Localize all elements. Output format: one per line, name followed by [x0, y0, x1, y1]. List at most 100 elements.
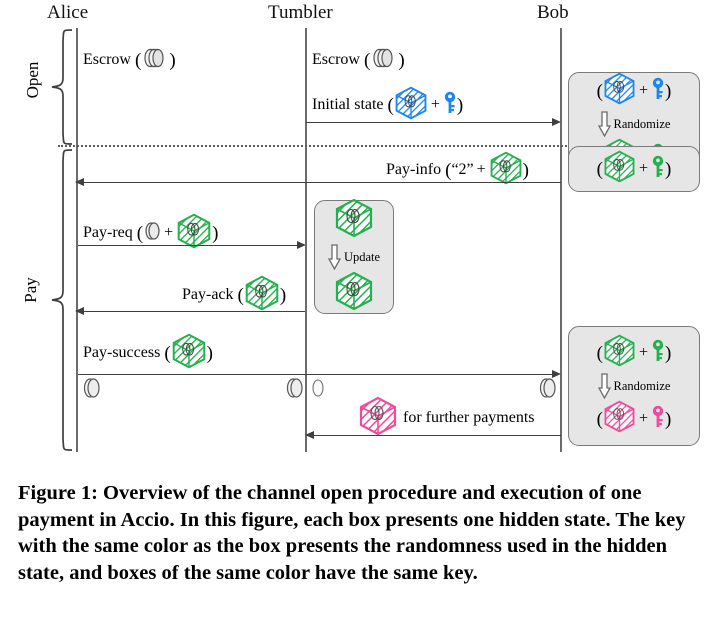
panel-row-top	[334, 198, 374, 243]
message-further-payments: for further payments	[358, 396, 535, 440]
message-label: Pay-ack	[182, 286, 234, 303]
message-label: for further payments	[403, 409, 535, 426]
lifeline-tumbler	[305, 28, 307, 452]
open-paren: (	[164, 342, 171, 364]
arrow-head-left	[305, 431, 314, 439]
message-pay-info: Pay-info ( “2” + )	[386, 151, 529, 189]
panel-operation-label: Randomize	[613, 378, 671, 393]
panel-operation: Randomize	[597, 111, 671, 138]
down-block-arrow-icon	[597, 111, 611, 138]
green-box-icon	[334, 271, 374, 316]
close-paren: )	[398, 49, 405, 71]
open-paren: (	[134, 49, 142, 71]
blue-box-icon	[603, 72, 636, 110]
open-paren: (	[445, 159, 452, 181]
message-pay-success: Pay-success ( )	[83, 333, 213, 373]
green-box-icon	[603, 150, 636, 188]
panel-operation: Update	[327, 244, 381, 271]
message-pay-ack: Pay-ack ( )	[182, 275, 286, 315]
panel-tumbler-update: Update	[314, 198, 394, 316]
plus-sign: +	[164, 224, 174, 241]
arrow-head-right	[552, 118, 561, 126]
lifeline-alice	[76, 28, 78, 452]
actor-label-alice: Alice	[47, 2, 89, 23]
message-initial-state: Initial state ( +)	[312, 86, 463, 124]
blue-key-icon	[443, 91, 457, 119]
panel-operation-label: Randomize	[613, 116, 671, 131]
close-paren: )	[456, 94, 464, 116]
message-quoted-value: “2”	[451, 161, 474, 178]
green-box-icon	[176, 213, 212, 253]
plus-sign: +	[638, 410, 649, 427]
panel-operation: Randomize	[597, 373, 671, 400]
open-paren: (	[387, 94, 394, 116]
phase-label-open: Open	[23, 61, 42, 99]
message-label: Pay-info	[386, 161, 442, 178]
green-box-icon	[489, 151, 523, 189]
green-box-icon	[244, 275, 280, 315]
green-box-icon	[171, 333, 207, 373]
plus-sign: +	[638, 160, 649, 177]
message-label: Initial state	[312, 96, 384, 113]
close-paren: )	[522, 159, 529, 181]
blue-box-icon	[394, 86, 428, 124]
open-paren: (	[136, 222, 144, 244]
panel-row-bottom: ( +	[597, 150, 672, 188]
green-key-icon	[651, 155, 665, 184]
phase-brace-pay	[51, 149, 73, 451]
close-paren: )	[206, 342, 213, 364]
close-paren: )	[169, 49, 176, 71]
actor-label-tumbler: Tumbler	[268, 2, 333, 23]
settled-coin-alice	[82, 376, 102, 405]
arrow-head-left	[75, 307, 84, 315]
phase-label-pay: Pay	[21, 277, 40, 303]
close-paren: )	[665, 408, 672, 430]
plus-sign: +	[476, 161, 486, 178]
message-escrow-alice: Escrow ( )	[83, 46, 176, 74]
figure-caption: Figure 1: Overview of the channel open p…	[18, 482, 686, 584]
close-paren: )	[665, 342, 672, 364]
panel-operation-label: Update	[343, 249, 381, 264]
down-block-arrow-icon	[597, 373, 611, 400]
figure-root: Alice Tumbler Bob Open Pay Escrow () Es…	[0, 0, 711, 641]
pink-box-icon	[358, 396, 398, 440]
panel-row-top: ( +)	[597, 72, 672, 110]
message-escrow-tumbler: Escrow ( )	[312, 46, 405, 74]
message-label: Escrow	[83, 51, 131, 68]
green-box-icon	[603, 334, 636, 372]
down-block-arrow-icon	[327, 244, 342, 271]
plus-sign: +	[638, 344, 649, 361]
message-label: Pay-req	[83, 224, 133, 241]
pink-box-icon	[603, 400, 636, 438]
panel-row-bottom	[334, 271, 374, 316]
blue-key-icon	[651, 77, 665, 106]
close-paren: )	[665, 80, 672, 102]
message-label: Escrow	[312, 51, 360, 68]
close-paren: )	[279, 284, 287, 306]
panel-bob-open-result: ( +)	[568, 146, 700, 192]
open-paren: (	[363, 49, 371, 71]
close-paren: )	[212, 222, 219, 244]
green-box-icon	[334, 198, 374, 243]
arrow-line-pay-ack	[82, 311, 305, 312]
arrow-head-right	[297, 241, 306, 249]
arrow-line-further-payments	[312, 435, 561, 436]
coin-stack-icon	[141, 46, 169, 74]
settled-coin-tumbler-right	[310, 378, 326, 403]
panel-row-bottom: ( +	[597, 400, 672, 438]
plus-sign: +	[430, 96, 440, 113]
arrow-line-pay-success	[78, 374, 554, 375]
coin-icon	[143, 220, 161, 246]
sequence-diagram: Alice Tumbler Bob Open Pay Escrow () Es…	[0, 0, 711, 460]
panel-row-top: ( +)	[597, 334, 672, 372]
message-label: Pay-success	[83, 344, 161, 361]
close-paren: )	[665, 158, 672, 180]
settled-coin-tumbler-left	[285, 376, 305, 405]
message-pay-req: Pay-req ( + )	[83, 213, 218, 253]
coin-stack-icon	[370, 46, 398, 74]
panel-bob-pay: ( +) Randomize (+)	[568, 326, 700, 446]
arrow-head-left	[75, 178, 84, 186]
green-key-icon	[651, 339, 665, 368]
settled-coin-bob	[538, 376, 558, 405]
phase-brace-open	[51, 29, 73, 145]
